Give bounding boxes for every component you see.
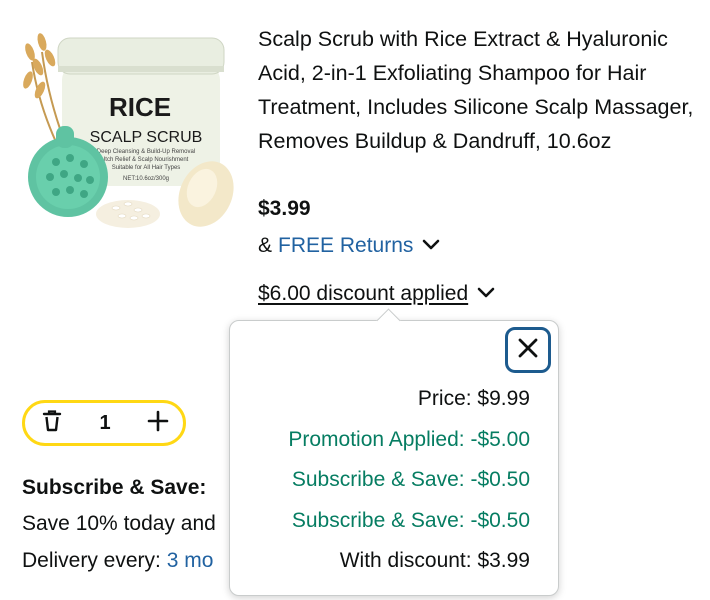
product-title[interactable]: Scalp Scrub with Rice Extract & Hyaluron…	[258, 22, 704, 158]
jar-net: NET:10.6oz/300g	[123, 176, 169, 182]
discount-breakdown-popover: Price: $9.99 Promotion Applied: -$5.00 S…	[229, 308, 559, 596]
jar-line-2: Itch Relief & Scalp Nourishment	[104, 157, 189, 163]
discount-applied-toggle[interactable]: $6.00 discount applied	[258, 280, 496, 308]
free-returns-link[interactable]: FREE Returns	[278, 232, 413, 260]
discount-applied-text[interactable]: $6.00 discount applied	[258, 280, 468, 308]
chevron-down-icon[interactable]	[421, 232, 441, 260]
breakdown-price: Price: $9.99	[417, 387, 530, 410]
breakdown-with-discount: With discount: $3.99	[339, 549, 530, 573]
product-price: $3.99	[258, 197, 311, 220]
trash-icon[interactable]	[41, 409, 63, 438]
returns-prefix: &	[258, 234, 273, 257]
close-button[interactable]	[505, 327, 551, 373]
close-icon[interactable]	[517, 337, 539, 364]
jar-line-1: Deep Cleansing & Build-Up Removal	[97, 149, 195, 155]
delivery-frequency-row: Delivery every: 3 mo	[22, 549, 213, 573]
chevron-down-icon[interactable]	[476, 280, 496, 308]
jar-line-3: Suitable for All Hair Types	[112, 165, 181, 171]
delivery-frequency-link[interactable]: 3 mo	[167, 549, 214, 572]
jar-label-big: RICE	[109, 92, 171, 122]
plus-icon[interactable]	[147, 410, 169, 437]
delivery-frequency-label: Delivery every:	[22, 549, 167, 572]
subscribe-save-label: Subscribe & Save:	[22, 476, 207, 499]
quantity-value: 1	[99, 411, 111, 434]
price-breakdown: Price: $9.99 Promotion Applied: -$5.00 S…	[288, 385, 530, 588]
product-image[interactable]: RICE SCALP SCRUB Deep Cleansing & Build-…	[18, 22, 240, 234]
breakdown-promotion: Promotion Applied: -$5.00	[288, 427, 530, 451]
breakdown-subscribe-save: Subscribe & Save: -$0.50	[291, 468, 530, 492]
returns-row: & FREE Returns	[258, 232, 441, 260]
subscribe-save-description: Save 10% today and	[22, 512, 216, 535]
quantity-stepper: 1	[22, 400, 186, 446]
popover-arrow	[376, 308, 401, 333]
jar-label-small: SCALP SCRUB	[90, 129, 203, 146]
breakdown-subscribe-save: Subscribe & Save: -$0.50	[291, 508, 530, 532]
